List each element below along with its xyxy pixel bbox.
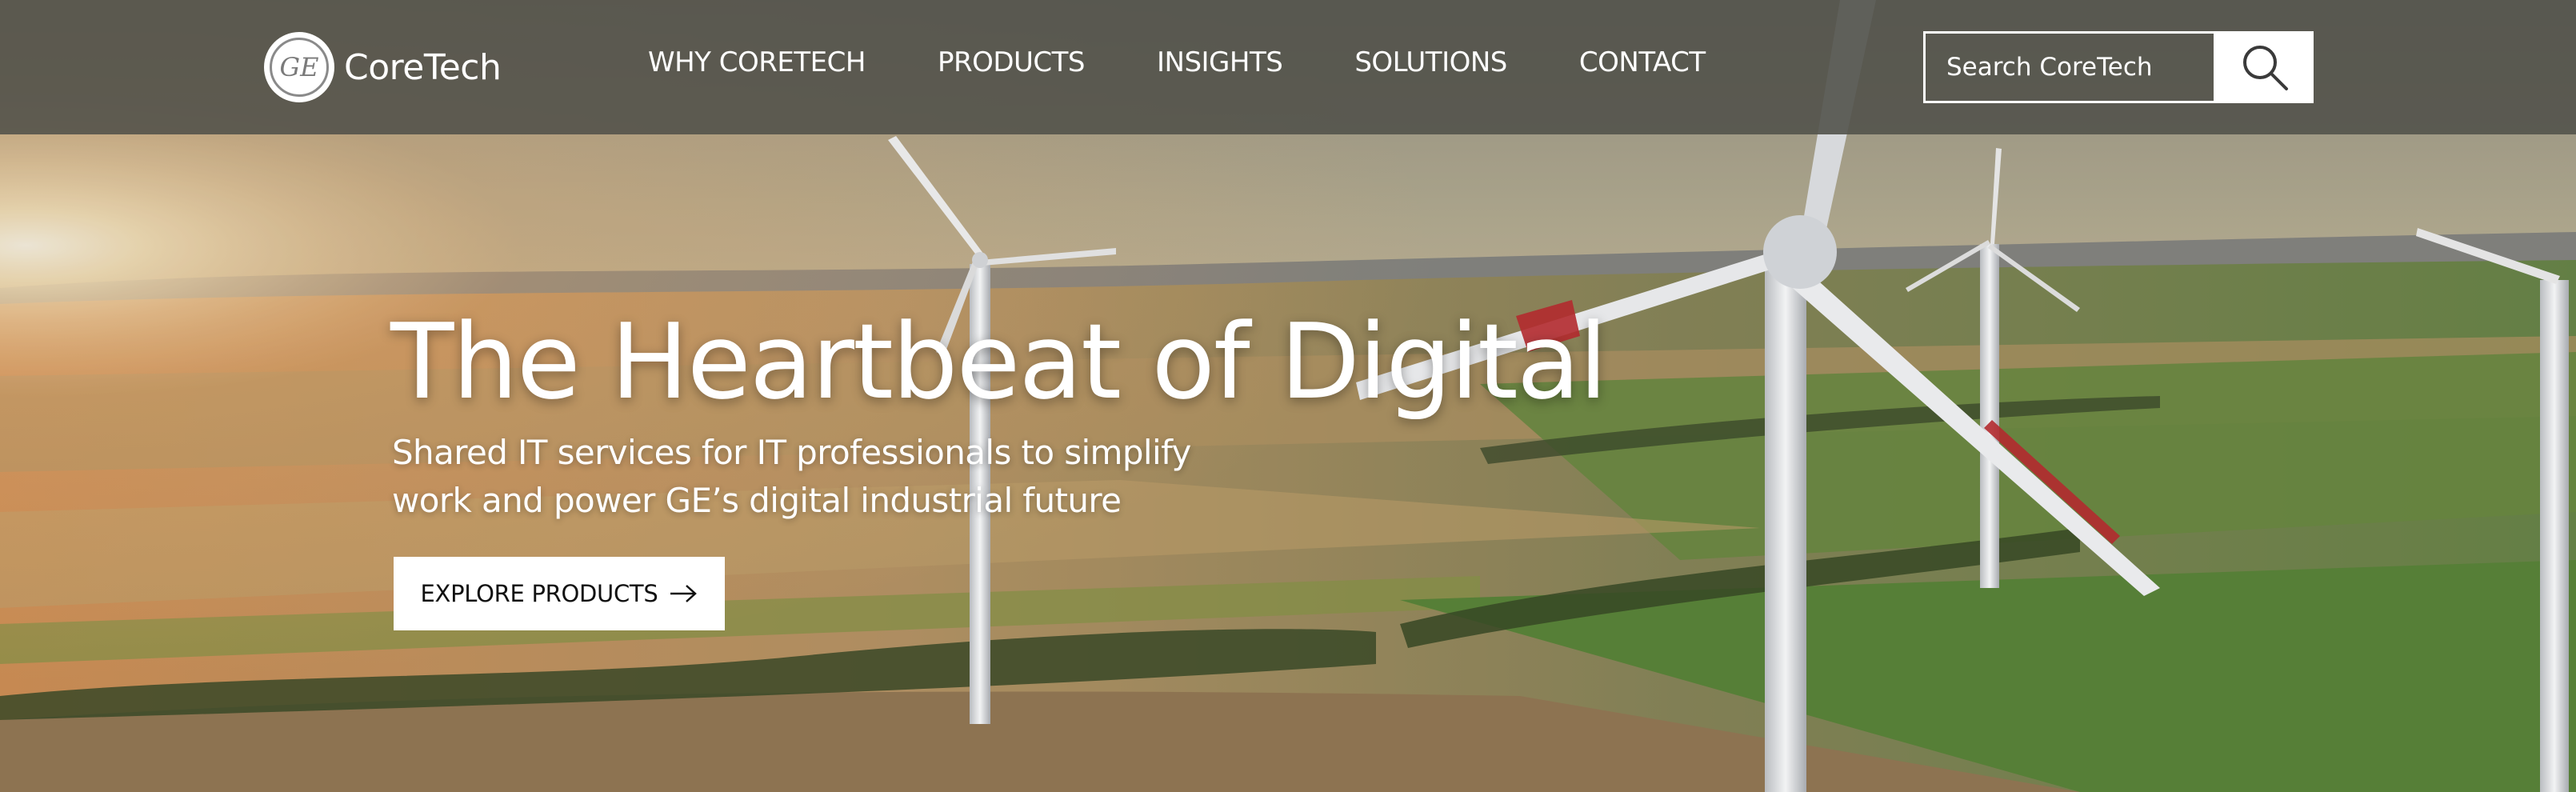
search-icon bbox=[2243, 46, 2288, 90]
search-input[interactable] bbox=[1923, 31, 2216, 103]
brand-logo[interactable]: GE CoreTech bbox=[264, 32, 502, 102]
top-navbar: GE CoreTech WHY CORETECH PRODUCTS INSIGH… bbox=[0, 0, 2576, 134]
nav-item-contact[interactable]: CONTACT bbox=[1579, 46, 1706, 78]
nav-item-why-coretech[interactable]: WHY CORETECH bbox=[648, 46, 866, 78]
nav-item-products[interactable]: PRODUCTS bbox=[938, 46, 1086, 78]
search-button[interactable] bbox=[2216, 31, 2314, 103]
explore-products-button[interactable]: EXPLORE PRODUCTS bbox=[394, 557, 725, 630]
cta-label: EXPLORE PRODUCTS bbox=[420, 580, 658, 607]
hero-title: The Heartbeat of Digital bbox=[390, 301, 1608, 422]
brand-name: CoreTech bbox=[344, 46, 502, 88]
hero-subtitle: Shared IT services for IT professionals … bbox=[392, 433, 1191, 520]
logo-monogram-text: GE bbox=[270, 38, 329, 97]
search-box bbox=[1923, 31, 2314, 103]
nav-item-solutions[interactable]: SOLUTIONS bbox=[1354, 46, 1507, 78]
ge-monogram-logo-icon: GE bbox=[264, 32, 334, 102]
hero-section: GE CoreTech WHY CORETECH PRODUCTS INSIGH… bbox=[0, 0, 2576, 792]
main-nav: WHY CORETECH PRODUCTS INSIGHTS SOLUTIONS… bbox=[648, 46, 1778, 78]
nav-item-insights[interactable]: INSIGHTS bbox=[1157, 46, 1283, 78]
arrow-right-icon bbox=[669, 583, 698, 604]
